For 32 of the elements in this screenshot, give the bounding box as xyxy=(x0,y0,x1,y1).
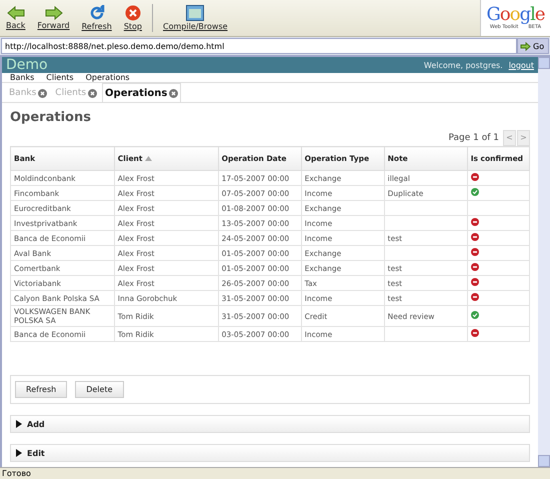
close-icon[interactable] xyxy=(169,88,178,98)
back-arrow-icon xyxy=(6,6,25,20)
toolbar-button[interactable]: Compile/Browse xyxy=(157,0,234,36)
collapsible-section[interactable]: Add xyxy=(10,415,530,433)
menu-item[interactable]: Clients xyxy=(46,73,74,82)
arrow-icon xyxy=(520,42,531,50)
go-button[interactable]: Go xyxy=(517,38,549,54)
status-text: Готово xyxy=(0,467,550,479)
action-button[interactable]: Refresh xyxy=(15,381,68,398)
app-title: Demo xyxy=(6,57,48,73)
action-button[interactable]: Delete xyxy=(75,381,124,398)
close-icon[interactable] xyxy=(38,88,48,98)
tab[interactable]: Operations xyxy=(102,83,182,102)
welcome-text: Welcome, postgres. xyxy=(424,60,503,70)
sort-up-icon xyxy=(145,156,152,161)
stop-icon xyxy=(124,5,141,21)
refresh-icon xyxy=(88,5,105,21)
page-indicator: Page 1 of 1 xyxy=(448,132,499,142)
toolbar-button[interactable]: Forward xyxy=(31,0,76,36)
toolbar-button[interactable]: Refresh xyxy=(76,0,118,36)
collapsible-section[interactable]: Edit xyxy=(10,444,530,462)
logout-link[interactable]: logout xyxy=(508,60,534,70)
window-icon xyxy=(186,5,204,21)
menu-item[interactable]: Banks xyxy=(10,73,34,82)
close-icon[interactable] xyxy=(88,88,98,98)
toolbar-button[interactable]: Stop xyxy=(118,0,148,36)
menu-item[interactable]: Operations xyxy=(86,73,130,82)
scrollbar[interactable] xyxy=(538,57,550,467)
page-title: Operations xyxy=(10,110,92,125)
toolbar-button[interactable]: Back xyxy=(0,0,32,36)
forward-arrow-icon xyxy=(44,6,62,20)
address-field[interactable]: http://localhost:8888/net.pleso.demo.demo/demo.html xyxy=(1,38,517,54)
